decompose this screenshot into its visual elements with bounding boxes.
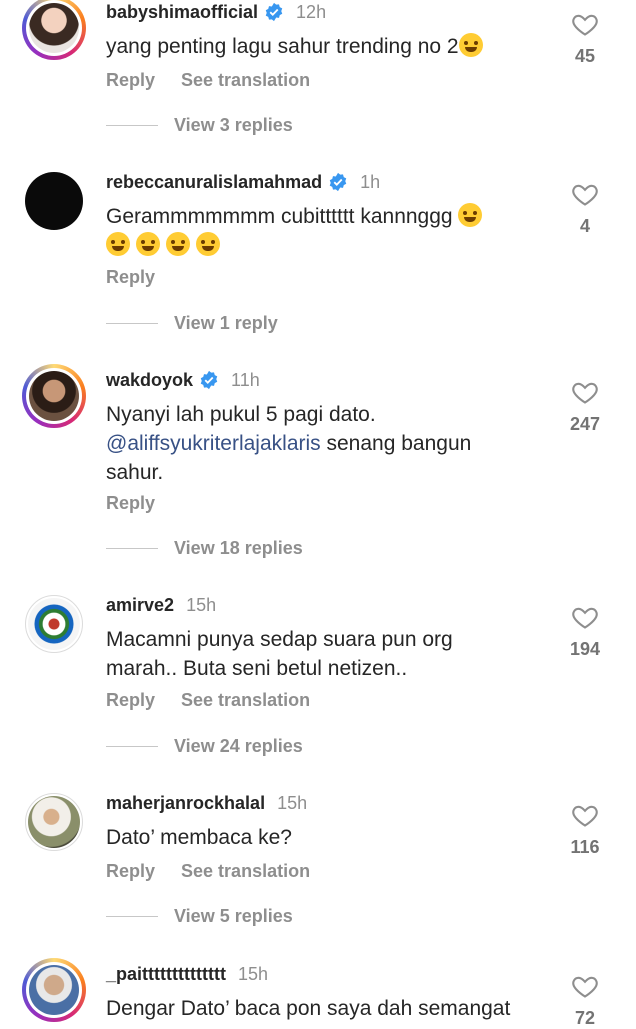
avatar[interactable] [25, 595, 83, 653]
username[interactable]: maherjanrockhalal [106, 793, 265, 814]
username[interactable]: _paitttttttttttttt [106, 964, 226, 985]
like-count: 72 [574, 1008, 596, 1028]
reply-button[interactable]: Reply [106, 70, 155, 91]
heart-icon[interactable] [571, 378, 599, 406]
avatar[interactable] [25, 172, 83, 230]
rofl-emoji-icon [135, 232, 160, 256]
rofl-emoji-icon [165, 232, 190, 256]
smirk-emoji-icon [458, 33, 483, 57]
laughing-emoji-icon [458, 203, 483, 227]
see-translation-button[interactable]: See translation [181, 861, 310, 882]
like-count: 247 [570, 414, 601, 434]
view-replies-label: View 18 replies [174, 538, 303, 558]
comment-text-line: Dengar Dato’ baca pon saya dah semangat [106, 997, 511, 1020]
timestamp: 11h [231, 369, 260, 390]
username[interactable]: rebeccanuralislamahmad [106, 172, 322, 193]
view-replies-label: View 3 replies [174, 115, 293, 135]
comment-text-line: Nyanyi lah pukul 5 pagi dato. [106, 403, 376, 426]
comment-text-line: Macamni punya sedap suara pun org [106, 628, 453, 651]
divider [106, 323, 158, 324]
rofl-emoji-icon [195, 232, 220, 256]
divider [106, 548, 158, 549]
like-count: 45 [574, 46, 596, 66]
reply-button[interactable]: Reply [106, 493, 155, 514]
view-replies-label: View 24 replies [174, 736, 303, 756]
heart-icon[interactable] [571, 801, 599, 829]
heart-icon[interactable] [571, 603, 599, 631]
rofl-emoji-icon [106, 232, 130, 256]
heart-icon[interactable] [571, 10, 599, 38]
verified-badge-icon [264, 2, 284, 22]
reply-button[interactable]: Reply [106, 267, 155, 288]
comment-text-line: marah.. Buta seni betul netizen.. [106, 657, 408, 680]
reply-button[interactable]: Reply [106, 861, 155, 882]
see-translation-button[interactable]: See translation [181, 690, 310, 711]
comment-emojis [106, 231, 220, 260]
divider [106, 125, 158, 126]
avatar[interactable] [25, 793, 83, 851]
username[interactable]: babyshimaofficial [106, 2, 258, 23]
view-replies-button[interactable]: View 5 replies [106, 906, 293, 927]
timestamp: 15h [277, 792, 308, 813]
timestamp: 15h [186, 594, 217, 615]
like-count: 116 [570, 837, 600, 857]
view-replies-label: View 1 reply [174, 313, 278, 333]
avatar[interactable] [22, 0, 86, 60]
username[interactable]: wakdoyok [106, 370, 193, 391]
divider [106, 746, 158, 747]
mention-link[interactable]: @aliffsyukriterlajaklaris [106, 432, 321, 455]
username[interactable]: amirve2 [106, 595, 174, 616]
view-replies-label: View 5 replies [174, 906, 293, 926]
view-replies-button[interactable]: View 1 reply [106, 313, 278, 334]
comment-text: yang penting lagu sahur trending no 2 [106, 32, 483, 61]
view-replies-button[interactable]: View 18 replies [106, 538, 303, 559]
verified-badge-icon [328, 172, 348, 192]
like-count: 4 [579, 216, 590, 236]
timestamp: 1h [360, 171, 381, 192]
comment-text-line: sahur. [106, 461, 164, 484]
like-count: 194 [570, 639, 601, 659]
heart-icon[interactable] [571, 972, 599, 1000]
divider [106, 916, 158, 917]
comment-text-line: @aliffsyukriterlajaklaris senang bangun [106, 432, 472, 455]
reply-button[interactable]: Reply [106, 690, 155, 711]
timestamp: 15h [237, 963, 268, 984]
verified-badge-icon [199, 370, 219, 390]
view-replies-button[interactable]: View 3 replies [106, 115, 293, 136]
heart-icon[interactable] [571, 180, 599, 208]
comment-text-line: Dato’ membaca ke? [106, 826, 292, 849]
see-translation-button[interactable]: See translation [181, 70, 310, 91]
comment-text: Gerammmmmmm cubitttttt kannnggg [106, 202, 483, 231]
avatar[interactable] [22, 958, 86, 1022]
timestamp: 12h [296, 1, 327, 22]
avatar[interactable] [22, 364, 86, 428]
view-replies-button[interactable]: View 24 replies [106, 736, 303, 757]
